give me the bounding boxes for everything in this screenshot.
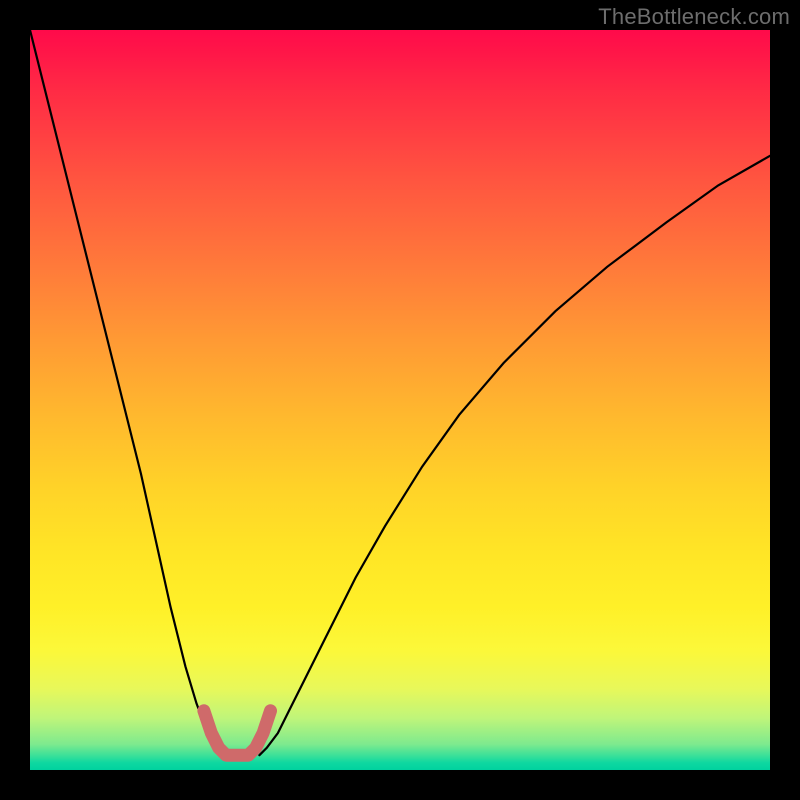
chart-frame: TheBottleneck.com	[0, 0, 800, 800]
curve-right	[259, 156, 770, 755]
floor-marker	[204, 711, 271, 755]
plot-area	[30, 30, 770, 770]
curve-left	[30, 30, 230, 755]
curve-layer	[30, 30, 770, 770]
watermark-text: TheBottleneck.com	[598, 4, 790, 30]
